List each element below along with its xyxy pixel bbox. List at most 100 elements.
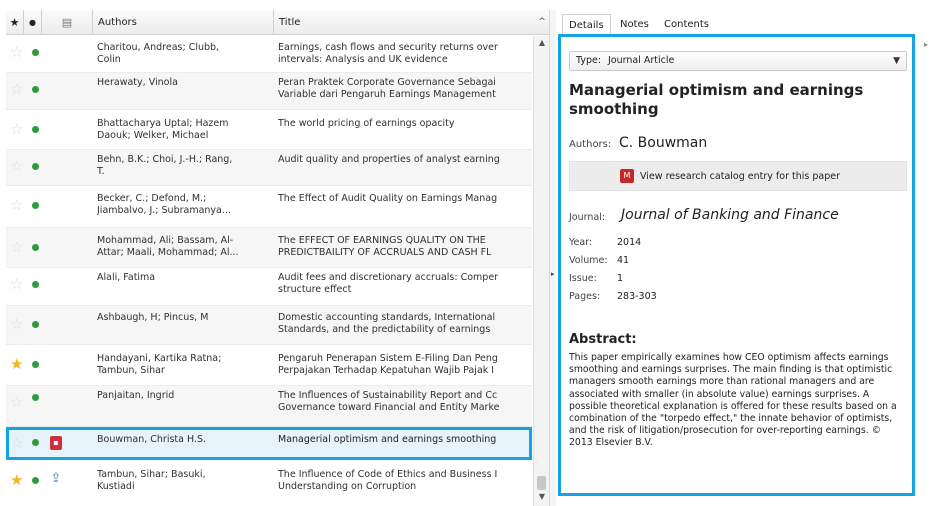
read-dot-icon[interactable] — [32, 244, 39, 251]
type-dropdown[interactable]: Type: Journal Article ▼ — [569, 51, 907, 71]
abstract-heading: Abstract: — [569, 332, 637, 347]
read-dot-icon[interactable] — [32, 394, 39, 401]
table-row[interactable]: ☆ Panjaitan, Ingrid The Influences of Su… — [6, 386, 532, 427]
read-dot-icon[interactable] — [32, 439, 39, 446]
star-icon[interactable]: ☆ — [10, 277, 23, 292]
row-authors: Behn, B.K.; Choi, J.-H.; Rang, T. — [97, 154, 233, 177]
star-icon[interactable]: ☆ — [10, 45, 23, 60]
row-authors: Becker, C.; Defond, M.; Jiambalvo, J.; S… — [97, 193, 231, 216]
star-icon[interactable]: ☆ — [10, 317, 23, 332]
star-icon[interactable]: ☆ — [10, 82, 23, 97]
table-row-selected[interactable]: ☆ ▪ Bouwman, Christa H.S. Managerial opt… — [6, 427, 532, 460]
pdf-icon[interactable]: ▪ — [50, 436, 62, 450]
read-status-column-header[interactable]: ● — [24, 10, 42, 35]
row-title: The Influences of Sustainability Report … — [278, 390, 500, 413]
row-authors: Bouwman, Christa H.S. — [97, 434, 207, 445]
row-title: Domestic accounting standards, Internati… — [278, 312, 496, 335]
sort-ascending-icon[interactable]: ^ — [534, 10, 549, 35]
row-authors: Ashbaugh, H; Pincus, M — [97, 312, 209, 323]
volume-label: Volume: — [569, 255, 608, 266]
read-dot-icon[interactable] — [32, 321, 39, 328]
chevron-down-icon: ▼ — [893, 56, 900, 66]
dot-icon: ● — [29, 18, 36, 27]
issue-value[interactable]: 1 — [617, 273, 623, 284]
row-title: The Effect of Audit Quality on Earnings … — [278, 193, 498, 204]
row-title: Managerial optimism and earnings smoothi… — [278, 434, 497, 445]
pane-splitter[interactable]: ▸ — [550, 10, 556, 506]
star-icon[interactable]: ☆ — [10, 122, 23, 137]
tab-contents[interactable]: Contents — [658, 14, 715, 36]
star-icon[interactable]: ☆ — [10, 240, 23, 255]
scroll-up-icon[interactable]: ▲ — [534, 36, 549, 50]
authors-value[interactable]: C. Bouwman — [619, 135, 707, 151]
tab-notes[interactable]: Notes — [614, 14, 655, 36]
table-row[interactable]: ☆ Mohammad, Ali; Bassam, Al- Attar; Maal… — [6, 228, 532, 268]
table-row[interactable]: ☆ Alali, Fatima Audit fees and discretio… — [6, 268, 532, 306]
catalog-link-text: View research catalog entry for this pap… — [640, 171, 840, 182]
row-title: Audit fees and discretionary accruals: C… — [278, 272, 499, 295]
read-dot-icon[interactable] — [32, 361, 39, 368]
year-label: Year: — [569, 237, 593, 248]
pages-label: Pages: — [569, 291, 601, 302]
row-authors: Panjaitan, Ingrid — [97, 390, 175, 401]
authors-label: Authors: — [569, 139, 612, 150]
document-title[interactable]: Managerial optimism and earnings smoothi… — [569, 81, 907, 119]
volume-value[interactable]: 41 — [617, 255, 629, 266]
table-row[interactable]: ★ ⇪ Tambun, Sihar; Basuki, Kustiadi The … — [6, 460, 532, 506]
row-authors: Mohammad, Ali; Bassam, Al- Attar; Maali,… — [97, 235, 239, 258]
title-column-header[interactable]: Title — [274, 10, 534, 35]
abstract-text[interactable]: This paper empirically examines how CEO … — [569, 352, 907, 450]
table-row[interactable]: ☆ Bhattacharya Uptal; Hazem Daouk; Welke… — [6, 110, 532, 150]
row-authors: Charitou, Andreas; Clubb, Colin — [97, 42, 220, 65]
read-dot-icon[interactable] — [32, 126, 39, 133]
detail-tabs: Details Notes Contents — [562, 14, 932, 36]
type-value: Journal Article — [608, 55, 675, 66]
document-icon: ▤ — [61, 16, 73, 29]
collapse-arrow-icon[interactable]: ▸ — [551, 268, 555, 280]
upload-icon[interactable]: ⇪ — [50, 472, 62, 486]
table-row[interactable]: ☆ Behn, B.K.; Choi, J.-H.; Rang, T. Audi… — [6, 150, 532, 186]
row-title: Earnings, cash flows and security return… — [278, 42, 498, 65]
row-authors: Bhattacharya Uptal; Hazem Daouk; Welker,… — [97, 118, 229, 141]
journal-value[interactable]: Journal of Banking and Finance — [621, 207, 839, 223]
row-authors: Tambun, Sihar; Basuki, Kustiadi — [97, 469, 206, 492]
row-authors: Alali, Fatima — [97, 272, 156, 283]
star-icon[interactable]: ★ — [10, 357, 23, 372]
file-column-header[interactable]: ▤ — [42, 10, 93, 35]
catalog-link-button[interactable]: M View research catalog entry for this p… — [569, 161, 907, 191]
tab-details[interactable]: Details — [562, 14, 611, 36]
read-dot-icon[interactable] — [32, 86, 39, 93]
favorite-column-header[interactable]: ★ — [6, 10, 24, 35]
table-row[interactable]: ☆ Herawaty, Vinola Peran Praktek Corpora… — [6, 73, 532, 110]
row-authors: Herawaty, Vinola — [97, 77, 178, 88]
list-scrollbar[interactable]: ▲ ▼ — [533, 36, 549, 506]
authors-column-header[interactable]: Authors — [93, 10, 274, 35]
panel-edge-marker: ▸ — [924, 40, 929, 49]
read-dot-icon[interactable] — [32, 202, 39, 209]
read-dot-icon[interactable] — [32, 163, 39, 170]
table-row[interactable]: ★ Handayani, Kartika Ratna; Tambun, Siha… — [6, 345, 532, 386]
star-icon[interactable]: ★ — [10, 473, 23, 488]
star-icon[interactable]: ☆ — [10, 159, 23, 174]
row-title: The world pricing of earnings opacity — [278, 118, 455, 129]
scroll-down-icon[interactable]: ▼ — [534, 490, 549, 504]
year-value[interactable]: 2014 — [617, 237, 641, 248]
star-icon[interactable]: ☆ — [10, 198, 23, 213]
row-title: The EFFECT OF EARNINGS QUALITY ON THE PR… — [278, 235, 492, 258]
issue-label: Issue: — [569, 273, 597, 284]
pages-value[interactable]: 283-303 — [617, 291, 657, 302]
table-row[interactable]: ☆ Ashbaugh, H; Pincus, M Domestic accoun… — [6, 306, 532, 345]
scroll-thumb[interactable] — [537, 476, 546, 490]
read-dot-icon[interactable] — [32, 281, 39, 288]
list-header: ★ ● ▤ Authors Title ^ — [6, 10, 549, 35]
star-icon: ★ — [9, 16, 20, 29]
document-list: ★ ● ▤ Authors Title ^ ☆ Charitou, Andrea… — [6, 10, 550, 506]
table-row[interactable]: ☆ Becker, C.; Defond, M.; Jiambalvo, J.;… — [6, 186, 532, 228]
star-icon[interactable]: ☆ — [10, 436, 23, 451]
mendeley-icon: M — [620, 169, 634, 183]
star-icon[interactable]: ☆ — [10, 395, 23, 410]
table-row[interactable]: ☆ Charitou, Andreas; Clubb, Colin Earnin… — [6, 36, 532, 73]
read-dot-icon[interactable] — [32, 477, 39, 484]
read-dot-icon[interactable] — [32, 49, 39, 56]
row-title: Audit quality and properties of analyst … — [278, 154, 500, 165]
